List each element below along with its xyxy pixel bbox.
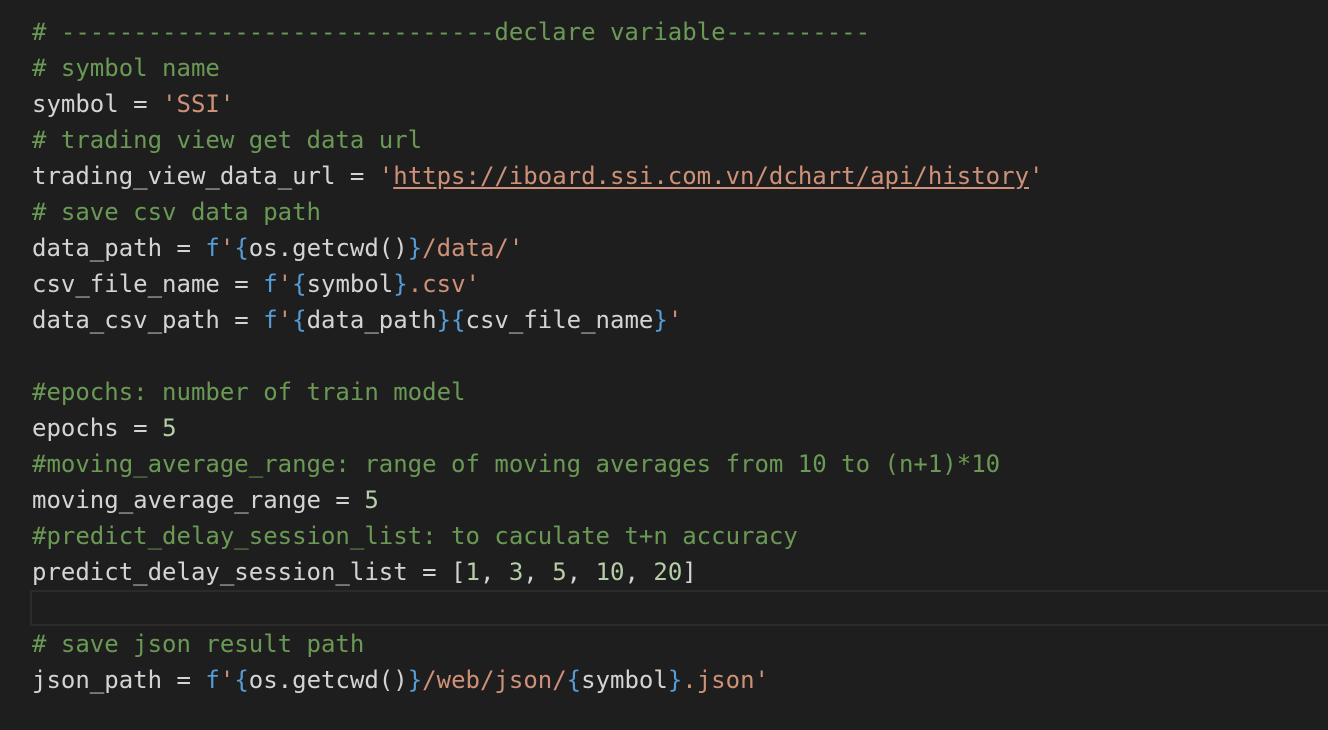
fstring-prefix: f: [263, 306, 278, 334]
code-line-6[interactable]: # save csv data path: [32, 194, 1328, 230]
separator: ,: [566, 558, 596, 586]
expression: os.getcwd(): [248, 666, 408, 694]
brace: }{: [436, 306, 466, 334]
string-literal: .csv': [407, 270, 480, 298]
expression: csv_file_name: [465, 306, 654, 334]
comment: # save json result path: [32, 630, 365, 658]
number-literal: 10: [595, 558, 625, 586]
string-quote: ': [277, 306, 293, 334]
expression: os.getcwd(): [248, 234, 408, 262]
code-line-11[interactable]: #epochs: number of train model: [32, 374, 1328, 410]
code-line-19[interactable]: json_path = f'{os.getcwd()}/web/json/{sy…: [32, 662, 1328, 698]
expression: symbol: [306, 270, 394, 298]
code-line-4[interactable]: # trading view get data url: [32, 122, 1328, 158]
code-line-18[interactable]: # save json result path: [32, 626, 1328, 662]
comment: #moving_average_range: range of moving a…: [32, 450, 1001, 478]
fstring-prefix: f: [205, 666, 220, 694]
variable-name: moving_average_range: [32, 486, 321, 514]
current-line-highlight[interactable]: [30, 590, 1328, 626]
variable-name: trading_view_data_url: [32, 162, 336, 190]
fstring-prefix: f: [263, 270, 278, 298]
operator: =: [335, 162, 379, 190]
code-line-8[interactable]: csv_file_name = f'{symbol}.csv': [32, 266, 1328, 302]
string-quote: ': [277, 270, 293, 298]
brace: }: [407, 666, 423, 694]
number-literal: 1: [465, 558, 480, 586]
brace: {: [292, 270, 307, 298]
string-quote: ': [667, 306, 683, 334]
code-line-5[interactable]: trading_view_data_url = 'https://iboard.…: [32, 158, 1328, 194]
operator: =: [118, 414, 163, 442]
operator: =: [162, 234, 206, 262]
code-line-3[interactable]: symbol = 'SSI': [32, 86, 1328, 122]
code-line-9[interactable]: data_csv_path = f'{data_path}{csv_file_n…: [32, 302, 1328, 338]
code-line-1[interactable]: # ------------------------------declare …: [32, 14, 1328, 50]
string-quote: ': [1029, 162, 1044, 190]
brace: {: [292, 306, 307, 334]
string-literal: /data/': [422, 234, 524, 262]
comment: #predict_delay_session_list: to caculate…: [32, 522, 798, 550]
code-lines: # ------------------------------declare …: [30, 14, 1328, 698]
string-quote: ': [219, 234, 235, 262]
expression: symbol: [581, 666, 668, 694]
brace: {: [234, 234, 249, 262]
fstring-prefix: f: [205, 234, 220, 262]
code-line-13[interactable]: #moving_average_range: range of moving a…: [32, 446, 1328, 482]
comment: # ------------------------------declare …: [32, 18, 871, 46]
code-editor[interactable]: # ------------------------------declare …: [0, 0, 1328, 730]
number-literal: 5: [552, 558, 567, 586]
variable-name: symbol: [32, 90, 119, 118]
operator: =: [219, 306, 264, 334]
brace: }: [407, 234, 423, 262]
operator: =: [162, 666, 206, 694]
operator: = [: [407, 558, 466, 586]
brace: }: [393, 270, 408, 298]
code-line-2[interactable]: # symbol name: [32, 50, 1328, 86]
string-literal: /web/json/: [422, 666, 567, 694]
brace: {: [566, 666, 582, 694]
operator: =: [118, 90, 163, 118]
number-literal: 5: [162, 414, 177, 442]
separator: ,: [479, 558, 509, 586]
variable-name: data_path: [32, 234, 163, 262]
variable-name: epochs: [32, 414, 119, 442]
string-literal: 'SSI': [162, 90, 235, 118]
brace: }: [667, 666, 683, 694]
number-literal: 20: [653, 558, 683, 586]
comment: # symbol name: [32, 54, 220, 82]
separator: ,: [624, 558, 654, 586]
variable-name: csv_file_name: [32, 270, 220, 298]
code-line-10[interactable]: [32, 338, 1328, 374]
code-line-15[interactable]: #predict_delay_session_list: to caculate…: [32, 518, 1328, 554]
brace: {: [234, 666, 249, 694]
number-literal: 5: [364, 486, 379, 514]
string-quote: ': [219, 666, 235, 694]
code-line-7[interactable]: data_path = f'{os.getcwd()}/data/': [32, 230, 1328, 266]
operator: =: [320, 486, 365, 514]
operator: =: [219, 270, 264, 298]
code-line-12[interactable]: epochs = 5: [32, 410, 1328, 446]
url-link[interactable]: https://iboard.ssi.com.vn/dchart/api/his…: [393, 162, 1029, 190]
brace: }: [653, 306, 668, 334]
expression: data_path: [306, 306, 437, 334]
string-literal: .json': [682, 666, 769, 694]
separator: ,: [523, 558, 553, 586]
number-literal: 3: [508, 558, 524, 586]
variable-name: predict_delay_session_list: [32, 558, 408, 586]
code-line-16[interactable]: predict_delay_session_list = [1, 3, 5, 1…: [32, 554, 1328, 590]
bracket: ]: [682, 558, 697, 586]
comment: # trading view get data url: [32, 126, 423, 154]
code-line-14[interactable]: moving_average_range = 5: [32, 482, 1328, 518]
comment: #epochs: number of train model: [32, 378, 466, 406]
string-quote: ': [378, 162, 394, 190]
variable-name: json_path: [32, 666, 163, 694]
comment: # save csv data path: [32, 198, 321, 226]
variable-name: data_csv_path: [32, 306, 220, 334]
